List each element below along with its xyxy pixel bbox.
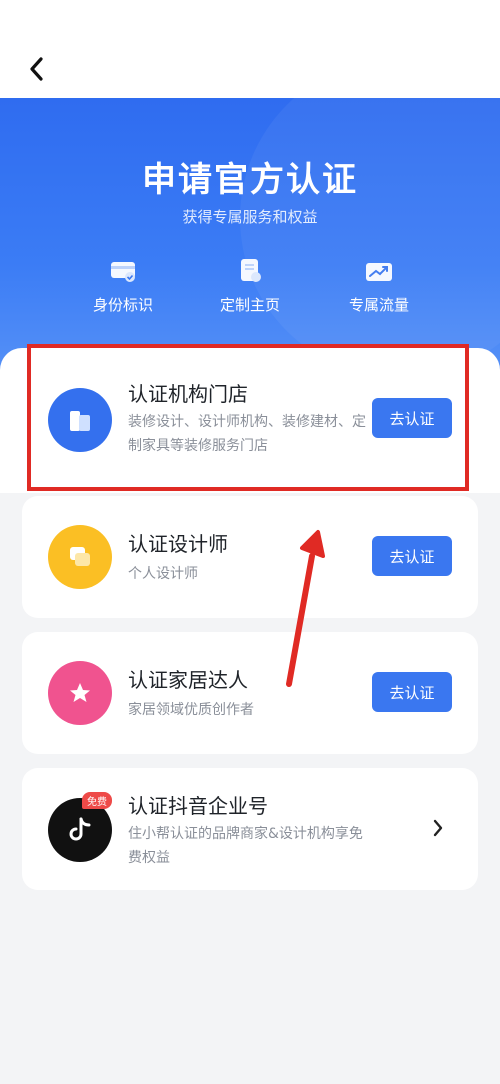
verify-button[interactable]: 去认证 <box>372 536 452 576</box>
star-icon <box>48 661 112 725</box>
option-title: 认证机构门店 <box>128 382 248 406</box>
benefit-label: 身份标识 <box>92 296 153 314</box>
page-subtitle: 获得专属服务和权益 <box>182 208 318 226</box>
option-description: 装修设计、设计师机构、装修建材、定制家具等装修服务门店 <box>128 414 366 454</box>
designer-icon <box>48 525 112 589</box>
option-card-store[interactable]: 认证机构门店 装修设计、设计师机构、装修建材、定制家具等装修服务门店 去认证 <box>0 348 500 493</box>
option-title: 认证抖音企业号 <box>128 794 268 818</box>
store-icon <box>48 388 112 452</box>
top-bar <box>0 0 500 98</box>
option-title: 认证设计师 <box>128 532 228 556</box>
option-card-douyin-enterprise[interactable]: 免费 认证抖音企业号 住小帮认证的品牌商家&设计机构享免费权益 <box>22 768 478 890</box>
benefit-item-traffic: 专属流量 <box>324 258 434 315</box>
back-button[interactable] <box>22 54 50 84</box>
benefit-label: 专属流量 <box>348 296 409 314</box>
id-card-icon <box>109 258 137 284</box>
custom-page-icon <box>236 258 264 284</box>
benefit-label: 定制主页 <box>219 296 280 314</box>
option-description: 住小帮认证的品牌商家&设计机构享免费权益 <box>128 826 363 866</box>
verify-button[interactable]: 去认证 <box>372 672 452 712</box>
benefits-row: 身份标识 定制主页 专属流量 <box>0 258 500 318</box>
page-title: 申请官方认证 <box>142 160 358 200</box>
option-title: 认证家居达人 <box>128 668 248 692</box>
card-content: 认证机构门店 装修设计、设计师机构、装修建材、定制家具等装修服务门店 去认证 <box>22 348 478 493</box>
option-description: 个人设计师 <box>128 566 198 582</box>
verify-button[interactable]: 去认证 <box>372 398 452 438</box>
free-badge: 免费 <box>82 792 112 809</box>
benefit-item-homepage: 定制主页 <box>195 258 305 315</box>
option-card-designer[interactable]: 认证设计师 个人设计师 去认证 <box>22 496 478 618</box>
option-card-home-influencer[interactable]: 认证家居达人 家居领域优质创作者 去认证 <box>22 632 478 754</box>
chevron-right-icon[interactable] <box>430 816 446 840</box>
chevron-left-icon <box>30 57 43 81</box>
douyin-icon: 免费 <box>48 792 112 862</box>
option-description: 家居领域优质创作者 <box>128 702 254 718</box>
benefit-item-identity: 身份标识 <box>68 258 178 315</box>
traffic-trend-icon <box>365 258 393 284</box>
